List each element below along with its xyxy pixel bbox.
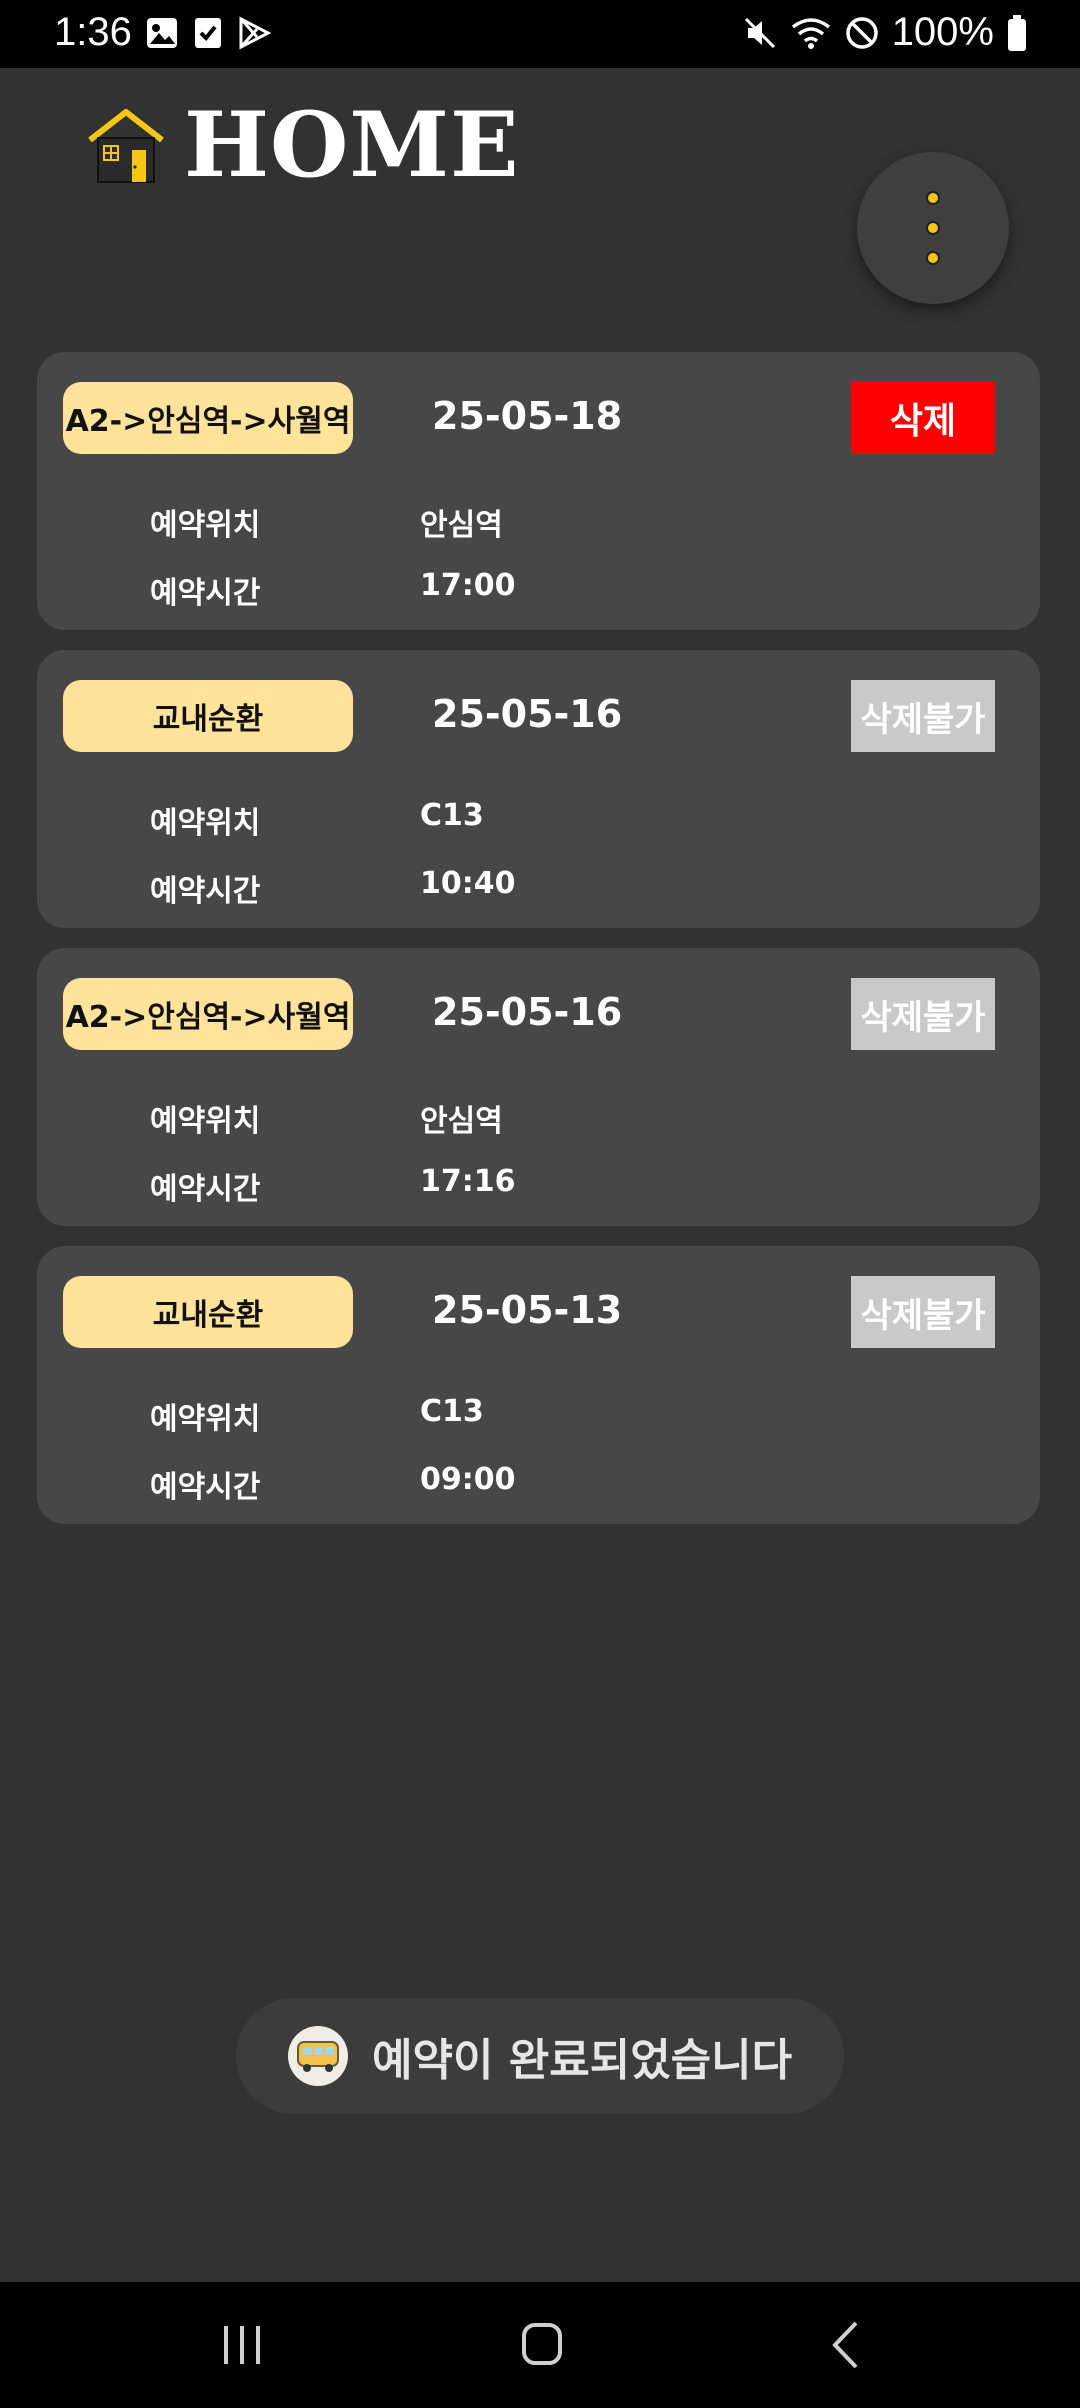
time-value: 10:40 [420,866,516,901]
recents-icon[interactable] [220,2324,264,2366]
location-label: 예약위치 [150,1104,261,1139]
time-value: 17:16 [420,1164,516,1199]
reservation-card: A2->안심역->사월역 25-05-18 삭제 예약위치 안심역 예약시간 1… [37,352,1040,630]
time-label: 예약시간 [150,874,261,909]
house-icon [88,109,164,183]
menu-dot [926,221,940,235]
status-notification-icons [145,16,271,50]
home-icon[interactable] [521,2322,563,2366]
time-label: 예약시간 [150,1172,261,1207]
bus-icon [288,2026,348,2086]
time-label: 예약시간 [150,1470,261,1505]
location-value: 안심역 [420,508,503,543]
system-nav-bar [0,2282,1080,2408]
menu-button[interactable] [857,152,1009,304]
time-value: 17:00 [420,568,516,603]
status-system-icons: 100% [742,10,1028,55]
route-badge: 교내순환 [63,1276,353,1348]
checkbox-icon [195,18,221,48]
reservation-date: 25-05-18 [432,394,623,438]
status-time: 1:36 [54,10,132,54]
play-store-icon [239,16,271,50]
reservation-card: 교내순환 25-05-16 삭제불가 예약위치 C13 예약시간 10:40 [37,650,1040,928]
status-bar: 1:36 100% [0,0,1080,68]
location-value: 안심역 [420,1104,503,1139]
gallery-icon [147,18,177,48]
reservation-date: 25-05-16 [432,692,623,736]
wifi-icon [791,17,830,49]
delete-disabled-button[interactable]: 삭제불가 [851,978,995,1050]
mute-icon [744,17,775,48]
delete-disabled-button[interactable]: 삭제불가 [851,680,995,752]
menu-dot [926,251,940,265]
reservation-date: 25-05-16 [432,990,623,1034]
toast-text: 예약이 완료되었습니다 [372,2035,793,2086]
time-value: 09:00 [420,1462,516,1497]
toast-message: 예약이 완료되었습니다 [236,1998,844,2114]
reservation-card: A2->안심역->사월역 25-05-16 삭제불가 예약위치 안심역 예약시간… [37,948,1040,1226]
route-badge: A2->안심역->사월역 [63,978,353,1050]
delete-button[interactable]: 삭제 [851,382,995,454]
location-label: 예약위치 [150,508,261,543]
location-label: 예약위치 [150,1402,261,1437]
route-badge: 교내순환 [63,680,353,752]
time-label: 예약시간 [150,576,261,611]
location-value: C13 [420,798,484,833]
reservation-card: 교내순환 25-05-13 삭제불가 예약위치 C13 예약시간 09:00 [37,1246,1040,1524]
do-not-disturb-icon [845,16,878,49]
route-badge: A2->안심역->사월역 [63,382,353,454]
page-title: HOME [184,92,520,198]
delete-disabled-button[interactable]: 삭제불가 [851,1276,995,1348]
back-icon[interactable] [830,2320,860,2370]
battery-percent: 100% [891,10,994,54]
reservation-date: 25-05-13 [432,1288,623,1332]
battery-icon [1008,14,1026,51]
location-label: 예약위치 [150,806,261,841]
more-vertical-icon [926,191,940,205]
location-value: C13 [420,1394,484,1429]
